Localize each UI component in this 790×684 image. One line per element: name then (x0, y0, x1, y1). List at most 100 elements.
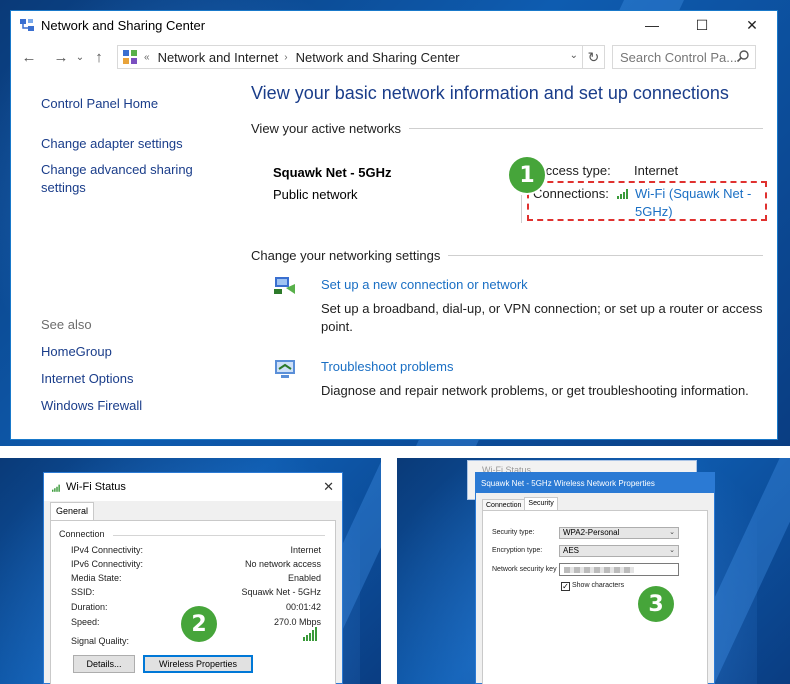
search-icon (736, 50, 749, 63)
section-divider (409, 128, 763, 129)
control-panel-icon (123, 50, 137, 64)
network-divider (521, 195, 522, 223)
breadcrumb-network-and-internet[interactable]: Network and Internet (158, 50, 279, 65)
sidebar-change-advanced-sharing[interactable]: Change advanced sharing settings (41, 161, 201, 197)
group-divider (113, 535, 325, 536)
network-properties-dialog: Squawk Net - 5GHz Wireless Network Prope… (475, 472, 715, 684)
sidebar-internet-options[interactable]: Internet Options (41, 370, 134, 388)
sidebar-homegroup[interactable]: HomeGroup (41, 343, 112, 361)
tab-strip: General (44, 501, 342, 521)
connection-highlight-box (527, 181, 767, 221)
step-badge-1: 1 (509, 157, 545, 193)
section-divider (448, 255, 763, 256)
main-content: View your basic network information and … (251, 83, 771, 398)
access-type-label: Access type: (537, 163, 611, 178)
page-title: View your basic network information and … (251, 83, 729, 103)
ipv4-value: Internet (290, 545, 321, 555)
sidebar-change-adapter-settings[interactable]: Change adapter settings (41, 135, 183, 153)
tab-strip: Connection Security (476, 493, 714, 511)
show-characters-checkbox[interactable]: ✓ (561, 582, 570, 591)
breadcrumb-overflow[interactable]: « (144, 52, 150, 63)
media-state-label: Media State: (71, 573, 122, 583)
chevron-down-icon: ⌄ (669, 529, 675, 536)
speed-label: Speed: (71, 617, 100, 627)
dialog-title-bar[interactable]: Squawk Net - 5GHz Wireless Network Prope… (476, 473, 714, 493)
minimize-button[interactable]: — (627, 11, 677, 39)
setup-connection-desc-cont: point. (321, 319, 353, 334)
search-input[interactable]: Search Control Pa... (612, 45, 756, 69)
address-dropdown-icon[interactable]: ⌄ (570, 50, 578, 61)
signal-quality-label: Signal Quality: (71, 636, 130, 646)
signal-bars-icon (303, 627, 317, 641)
close-button[interactable]: ✕ (727, 11, 777, 39)
see-also-heading: See also (41, 317, 92, 332)
encryption-type-value: AES (563, 546, 580, 555)
wireless-properties-button[interactable]: Wireless Properties (143, 655, 253, 673)
change-settings-label: Change your networking settings (251, 248, 441, 263)
change-settings-section: Change your networking settings (251, 248, 763, 263)
title-bar[interactable]: Network and Sharing Center — ☐ ✕ (11, 11, 777, 39)
search-placeholder: Search Control Pa... (620, 49, 738, 65)
general-panel: Connection IPv4 Connectivity: Internet I… (50, 520, 336, 684)
ipv6-value: No network access (244, 559, 321, 569)
maximize-button[interactable]: ☐ (677, 11, 727, 39)
address-bar-row: ← → ⌄ ↑ « Network and Internet › Network… (11, 39, 777, 75)
network-sharing-center-window: Network and Sharing Center — ☐ ✕ ← → ⌄ ↑… (10, 10, 778, 440)
security-key-label: Network security key (492, 566, 557, 573)
network-name: Squawk Net - 5GHz (273, 165, 392, 180)
ssid-label: SSID: (71, 587, 95, 597)
desktop-background-left: Wi-Fi Status ✕ General Connection IPv4 C… (0, 458, 381, 684)
connection-group-label: Connection (59, 529, 105, 539)
sidebar-windows-firewall[interactable]: Windows Firewall (41, 397, 142, 415)
step-badge-3: 3 (638, 586, 674, 622)
up-arrow-icon[interactable]: ↑ (87, 45, 111, 69)
show-characters-label: Show characters (572, 582, 625, 589)
desktop-background-right: Wi-Fi Status Squawk Net - 5GHz Wireless … (397, 458, 790, 684)
security-panel: Security type: WPA2-Personal ⌄ Encryptio… (482, 510, 708, 684)
setup-connection-desc: Set up a broadband, dial-up, or VPN conn… (321, 301, 763, 316)
new-connection-icon (274, 277, 295, 294)
active-networks-section: View your active networks (251, 121, 763, 136)
wifi-signal-icon (52, 484, 60, 492)
dialog-title: Squawk Net - 5GHz Wireless Network Prope… (481, 478, 655, 488)
speed-value: 270.0 Mbps (273, 617, 321, 627)
step-badge-2: 2 (181, 606, 217, 642)
breadcrumb-separator[interactable]: › (284, 52, 287, 63)
duration-label: Duration: (71, 602, 108, 612)
troubleshoot-icon (275, 360, 295, 378)
breadcrumb-network-sharing-center[interactable]: Network and Sharing Center (296, 50, 460, 65)
network-type: Public network (273, 187, 358, 202)
forward-arrow-icon[interactable]: → (49, 45, 73, 69)
sidebar-control-panel-home[interactable]: Control Panel Home (41, 95, 158, 113)
dialog-title-bar[interactable]: Wi-Fi Status ✕ (44, 473, 342, 501)
refresh-icon[interactable]: ↻ (582, 46, 604, 68)
setup-connection-link[interactable]: Set up a new connection or network (321, 277, 528, 292)
media-state-value: Enabled (287, 573, 321, 583)
wifi-status-dialog: Wi-Fi Status ✕ General Connection IPv4 C… (43, 472, 343, 684)
security-type-label: Security type: (492, 529, 535, 536)
tab-general[interactable]: General (50, 502, 95, 521)
tab-security[interactable]: Security (524, 497, 558, 511)
troubleshoot-desc: Diagnose and repair network problems, or… (321, 383, 749, 398)
details-button[interactable]: Details... (73, 655, 135, 673)
encryption-type-label: Encryption type: (492, 547, 543, 554)
duration-value: 00:01:42 (285, 602, 321, 612)
network-icon (20, 19, 34, 31)
back-arrow-icon[interactable]: ← (17, 45, 41, 69)
security-type-select[interactable]: WPA2-Personal ⌄ (559, 527, 679, 539)
window-title: Network and Sharing Center (41, 17, 206, 33)
access-type-value: Internet (634, 163, 679, 178)
security-type-value: WPA2-Personal (563, 528, 620, 537)
ipv4-label: IPv4 Connectivity: (71, 545, 144, 555)
troubleshoot-link[interactable]: Troubleshoot problems (321, 359, 453, 374)
active-networks-label: View your active networks (251, 121, 402, 136)
recent-locations-chevron-icon[interactable]: ⌄ (73, 45, 87, 69)
security-key-input[interactable] (559, 563, 679, 576)
encryption-type-select[interactable]: AES ⌄ (559, 545, 679, 557)
address-box[interactable]: « Network and Internet › Network and Sha… (117, 45, 605, 69)
blurred-key-value (564, 567, 634, 573)
dialog-title: Wi-Fi Status (66, 481, 126, 493)
desktop-background-top: Network and Sharing Center — ☐ ✕ ← → ⌄ ↑… (0, 0, 790, 446)
chevron-down-icon: ⌄ (669, 547, 675, 554)
close-icon[interactable]: ✕ (323, 479, 334, 495)
